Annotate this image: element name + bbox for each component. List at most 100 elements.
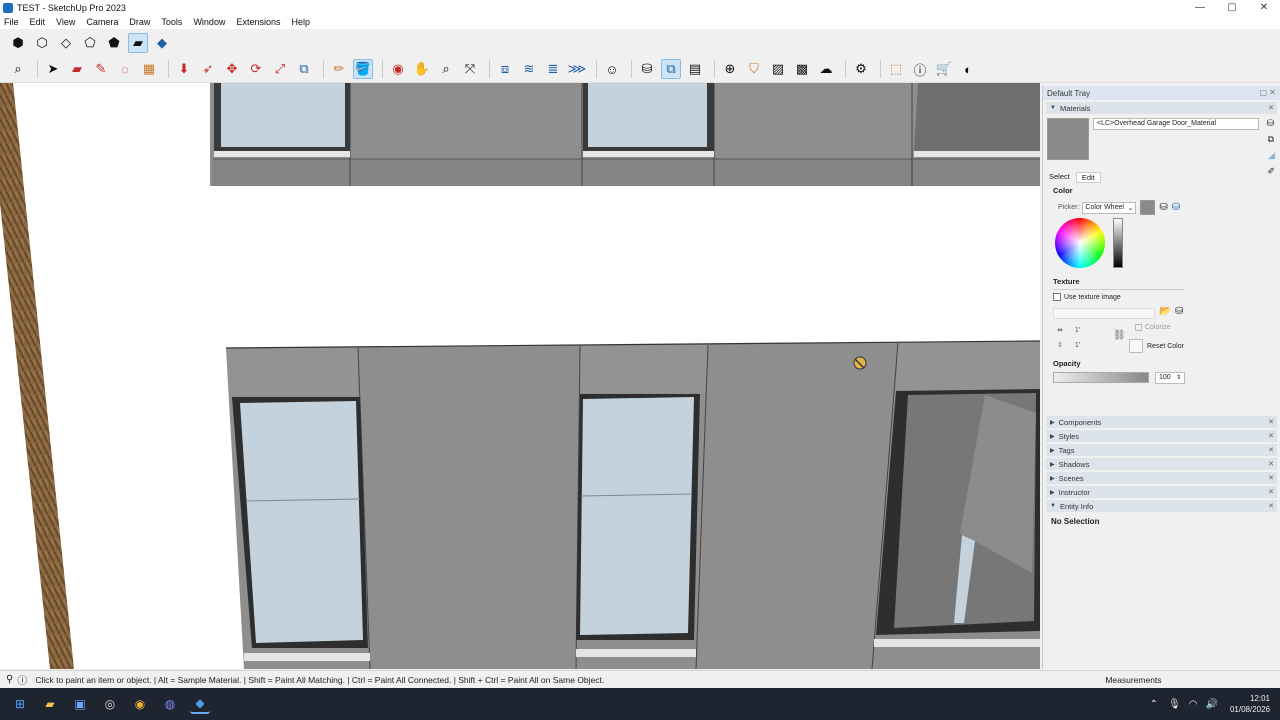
menu-draw[interactable]: Draw	[129, 17, 150, 27]
match-color-model-icon[interactable]: ⛁	[1159, 202, 1167, 213]
use-texture-checkbox[interactable]	[1053, 293, 1061, 301]
info-icon[interactable]: ⓘ	[17, 672, 27, 687]
extension-manager-icon[interactable]: ⚙	[851, 59, 871, 79]
move-icon[interactable]: ✥	[222, 59, 242, 79]
maximize-button[interactable]: ▢	[1216, 0, 1248, 15]
opacity-input[interactable]: 100 ⇕	[1155, 372, 1185, 384]
menu-window[interactable]: Window	[193, 17, 225, 27]
info-icon[interactable]: ⓘ	[910, 59, 930, 79]
scenes-section-header[interactable]: ▶ Scenes ✕	[1046, 472, 1277, 484]
zoom-extents-icon[interactable]: ⤧	[460, 59, 480, 79]
shaded-icon[interactable]: ⬟	[104, 33, 124, 53]
shadows-section-header[interactable]: ▶ Shadows ✕	[1046, 458, 1277, 470]
paint-bucket-icon[interactable]: 🪣	[353, 59, 373, 79]
section-fill-icon[interactable]: ≣	[543, 59, 563, 79]
geo-location-icon[interactable]: ⚲	[6, 674, 13, 685]
close-icon[interactable]: ✕	[1268, 432, 1274, 440]
close-icon[interactable]: ✕	[1268, 446, 1274, 454]
create-material-icon[interactable]: ⛁	[1266, 118, 1274, 129]
close-button[interactable]: ✕	[1248, 0, 1280, 15]
offset-icon[interactable]: ⧉	[294, 59, 314, 79]
hidden-line-icon[interactable]: ⬠	[80, 33, 100, 53]
brightness-slider[interactable]	[1113, 218, 1123, 268]
instructor-section-header[interactable]: ▶ Instructor ✕	[1046, 486, 1277, 498]
zoom-icon[interactable]: ⌕	[436, 59, 456, 79]
chrome-icon[interactable]: ◉	[130, 694, 150, 714]
styles-section-header[interactable]: ▶ Styles ✕	[1046, 430, 1277, 442]
material-name-field[interactable]: <LC>Overhead Garage Door_Material	[1093, 118, 1259, 130]
layout-icon[interactable]: ▤	[685, 59, 705, 79]
color-wheel[interactable]	[1055, 218, 1105, 268]
close-icon[interactable]: ✕	[1268, 502, 1274, 510]
menu-file[interactable]: File	[4, 17, 19, 27]
tab-edit[interactable]: Edit	[1075, 172, 1101, 183]
pencil-line-icon[interactable]: ✎	[91, 59, 111, 79]
back-edges-icon[interactable]: ⬡	[32, 33, 52, 53]
texture-width-value[interactable]: 1'	[1075, 327, 1080, 334]
model-viewport[interactable]	[0, 83, 1040, 669]
rotate-icon[interactable]: ⟳	[246, 59, 266, 79]
reset-color-button[interactable]	[1129, 339, 1143, 353]
monochrome-icon[interactable]: ◆	[152, 33, 172, 53]
chevron-up-icon[interactable]: ⌃	[1150, 699, 1158, 710]
speaker-icon[interactable]: 🔊	[1206, 699, 1218, 710]
close-icon[interactable]: ✕	[1268, 474, 1274, 482]
tab-select[interactable]: Select	[1049, 172, 1070, 183]
3d-warehouse-icon[interactable]: ⛁	[637, 59, 657, 79]
photo-texture-icon[interactable]: ▨	[768, 59, 788, 79]
clock[interactable]: 12:01 01/08/2026	[1230, 693, 1270, 715]
extension-warehouse-icon[interactable]: ⧉	[661, 59, 681, 79]
texture-path-field[interactable]	[1053, 308, 1155, 319]
cloud-icon[interactable]: ☁	[816, 59, 836, 79]
eraser-icon[interactable]: ▰	[67, 59, 87, 79]
rectangle-icon[interactable]: ▦	[139, 59, 159, 79]
shaded-with-textures-icon[interactable]: ▰	[128, 32, 148, 53]
color-swatch[interactable]	[1140, 200, 1156, 215]
section-cuts-icon[interactable]: ⋙	[567, 59, 587, 79]
microphone-icon[interactable]: 🎙	[1168, 699, 1181, 710]
sketchup-taskbar-icon[interactable]: ◆	[190, 694, 210, 714]
freehand-icon[interactable]: ◌	[115, 59, 135, 79]
close-icon[interactable]: ✕	[1268, 418, 1274, 426]
section-plane-icon[interactable]: ⧈	[495, 59, 515, 79]
menu-extensions[interactable]: Extensions	[236, 17, 280, 27]
scale-icon[interactable]: ⤢	[270, 59, 290, 79]
settings-app-icon[interactable]: ▣	[70, 694, 90, 714]
texture-height-value[interactable]: 1'	[1075, 342, 1080, 349]
sample-paint-icon[interactable]: ✐	[1267, 166, 1275, 177]
entity-info-section-header[interactable]: ▼ Entity Info ✕	[1046, 500, 1277, 512]
tape-measure-icon[interactable]: ✏	[329, 59, 349, 79]
orbit-icon[interactable]: ◉	[388, 59, 408, 79]
shield-icon[interactable]: ⛉	[744, 59, 764, 79]
menu-tools[interactable]: Tools	[161, 17, 182, 27]
tray-pin-close-icon[interactable]: ▢ ✕	[1260, 88, 1276, 97]
menu-camera[interactable]: Camera	[86, 17, 118, 27]
close-icon[interactable]: ✕	[1268, 488, 1274, 496]
spinner-icon[interactable]: ⇕	[1176, 374, 1181, 381]
push-pull-icon[interactable]: ⬇	[174, 59, 194, 79]
colorize-checkbox[interactable]	[1135, 324, 1142, 331]
wireframe-icon[interactable]: ◇	[56, 33, 76, 53]
add-location-icon[interactable]: ⊕	[720, 59, 740, 79]
texture-image-icon[interactable]: ⛁	[1175, 306, 1183, 317]
xray-icon[interactable]: ⬢	[8, 33, 28, 53]
user-account-icon[interactable]: ☺	[602, 59, 622, 79]
follow-me-icon[interactable]: ➶	[198, 59, 218, 79]
tags-section-header[interactable]: ▶ Tags ✕	[1046, 444, 1277, 456]
file-explorer-icon[interactable]: ▰	[40, 694, 60, 714]
minimize-button[interactable]: —	[1184, 0, 1216, 15]
lock-aspect-icon[interactable]: ⛓	[1113, 330, 1126, 341]
discord-icon[interactable]: ◍	[160, 694, 180, 714]
close-icon[interactable]: ✕	[1268, 460, 1274, 468]
match-color-screen-icon[interactable]: ⛁	[1172, 202, 1180, 213]
components-section-header[interactable]: ▶ Components ✕	[1046, 416, 1277, 428]
windows-start-icon[interactable]: ⊞	[10, 694, 30, 714]
menu-edit[interactable]: Edit	[30, 17, 46, 27]
display-secondary-icon[interactable]: ⧉	[1268, 134, 1274, 145]
materials-section-header[interactable]: ▼ Materials ✕	[1046, 102, 1277, 114]
cart-icon[interactable]: 🛒	[934, 59, 954, 79]
trimble-connect-icon[interactable]: ⬚	[886, 59, 906, 79]
close-icon[interactable]: ✕	[1268, 104, 1274, 112]
wifi-icon[interactable]: ◠	[1189, 699, 1198, 710]
terrain-icon[interactable]: ▩	[792, 59, 812, 79]
